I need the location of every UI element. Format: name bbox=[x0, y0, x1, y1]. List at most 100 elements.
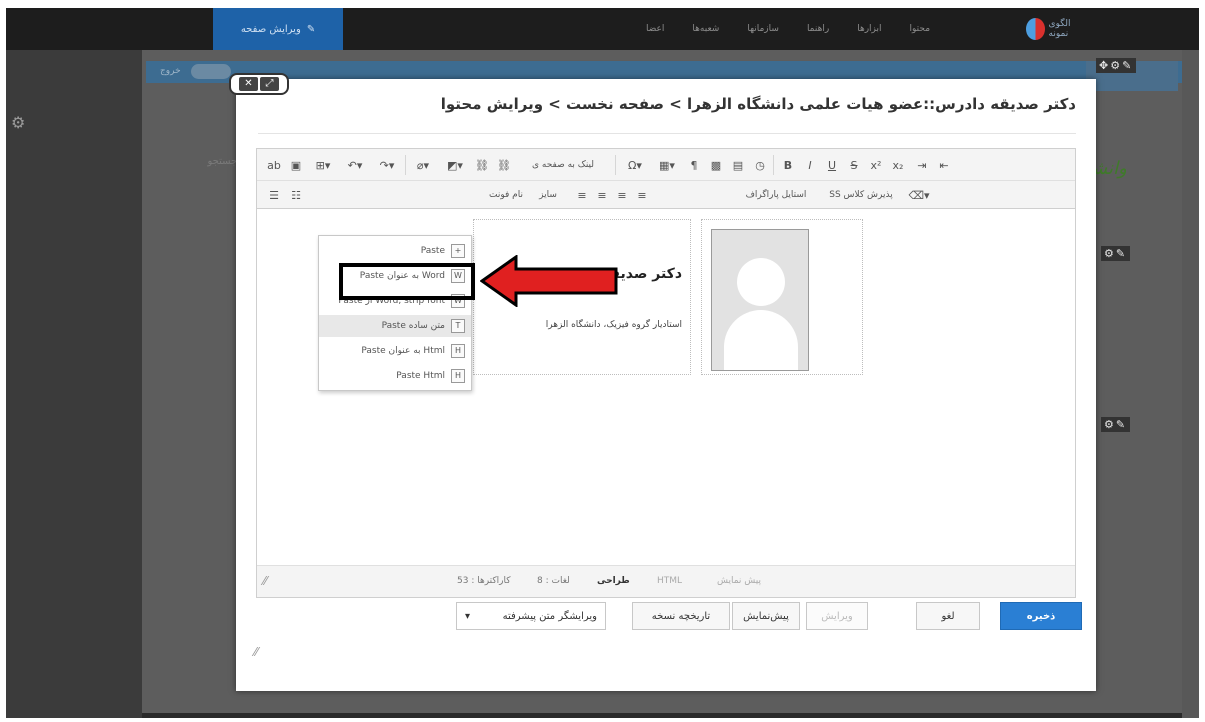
logout-link[interactable]: خروج bbox=[160, 66, 181, 76]
editor-statusbar: ⁄⁄ کاراکترها : 53 لغات : 8 طراحی HTML پی… bbox=[257, 565, 1075, 597]
brand-text: الگوی نمونه bbox=[1048, 19, 1071, 39]
nav-item[interactable]: راهنما bbox=[807, 24, 829, 34]
avatar-body bbox=[724, 310, 798, 370]
char-count: کاراکترها : 53 bbox=[457, 576, 511, 586]
chevron-down-icon: ▾ bbox=[465, 610, 471, 622]
edit-button[interactable]: ویرایش bbox=[806, 602, 868, 630]
media-icon[interactable]: ▩ bbox=[707, 156, 725, 174]
align-right-icon[interactable]: ≡ bbox=[573, 186, 591, 204]
font-size-select[interactable]: سایز bbox=[533, 186, 563, 204]
nav-item[interactable]: شعبه‌ها bbox=[692, 24, 719, 34]
nav-item[interactable]: سازمانها bbox=[747, 24, 779, 34]
italic-icon[interactable]: I bbox=[801, 156, 819, 174]
preview-button[interactable]: پیش‌نمایش bbox=[732, 602, 800, 630]
outdent-icon[interactable]: ⇤ bbox=[935, 156, 953, 174]
site-logo-peek: ﻭﺍﻧﺸ bbox=[1092, 158, 1127, 179]
align-left-icon[interactable]: ≡ bbox=[613, 186, 631, 204]
paste-icon: + bbox=[451, 244, 465, 258]
paste-menu-item-label: Paste به عنوان Html bbox=[361, 346, 445, 356]
font-name-select[interactable]: نام فونت bbox=[481, 186, 531, 204]
link-icon[interactable]: ⛓ bbox=[473, 156, 491, 174]
title-divider bbox=[258, 133, 1076, 134]
top-nav-bar: ✎ ویرایش صفحه محتوا ابزارها راهنما سازما… bbox=[6, 8, 1199, 50]
css-class-select[interactable]: پذیرش کلاس SS bbox=[823, 186, 899, 204]
search-label: جستجو bbox=[207, 156, 238, 167]
bulleted-list-icon[interactable]: ☷ bbox=[287, 186, 305, 204]
undo-icon[interactable]: ↶▾ bbox=[341, 156, 369, 174]
paragraph-style-select[interactable]: استایل پاراگراف bbox=[731, 186, 821, 204]
spellcheck-icon[interactable]: ab bbox=[265, 156, 283, 174]
version-history-button[interactable]: تاریخچه نسخه bbox=[632, 602, 730, 630]
modal-resize-grip-icon[interactable]: ⁄⁄ bbox=[254, 645, 258, 659]
bold-icon[interactable]: B bbox=[779, 156, 797, 174]
image-card[interactable] bbox=[701, 219, 863, 375]
align-justify-icon[interactable]: ≡ bbox=[633, 186, 651, 204]
page-link-button[interactable]: لینک به صفحه ی bbox=[515, 156, 611, 174]
design-mode-tab[interactable]: طراحی bbox=[597, 576, 630, 586]
toolbar-separator bbox=[773, 155, 774, 175]
resize-grip-icon[interactable]: ⁄⁄ bbox=[263, 574, 267, 588]
paste-menu-item[interactable]: Paste + bbox=[319, 240, 471, 262]
rich-text-editor: ab ▣ ⊞▾ ↶▾ ↷▾ ⌀▾ ◩▾ ⛓ ⛓ لینک به صفحه ی Ω… bbox=[256, 148, 1076, 598]
editor-type-value: ویرایشگر متن پیشرفته bbox=[502, 610, 597, 622]
paragraph-icon[interactable]: ¶ bbox=[685, 156, 703, 174]
edit-page-label: ویرایش صفحه bbox=[240, 23, 301, 35]
maximize-icon[interactable]: ⤢ bbox=[260, 77, 279, 91]
gear-icon[interactable]: ⚙ bbox=[11, 113, 25, 132]
close-icon[interactable]: ✕ bbox=[239, 77, 258, 91]
paste-menu-item[interactable]: Paste به عنوان Html H bbox=[319, 340, 471, 362]
indent-icon[interactable]: ⇥ bbox=[913, 156, 931, 174]
top-nav-items: محتوا ابزارها راهنما سازمانها شعبه‌ها اع… bbox=[646, 8, 930, 50]
modal-title: دکتر صدیقه دادرس::عضو هیات علمی دانشگاه … bbox=[440, 95, 1076, 113]
numbered-list-icon[interactable]: ☰ bbox=[265, 186, 283, 204]
preview-mode-tab[interactable]: پیش نمایش bbox=[717, 576, 761, 586]
brand-mark-icon bbox=[1026, 18, 1045, 40]
paste-html-as-icon: H bbox=[451, 344, 465, 358]
modal-controls: ✕ ⤢ bbox=[229, 73, 289, 95]
eraser-icon[interactable]: ⌫▾ bbox=[905, 186, 933, 204]
clock-icon[interactable]: ◷ bbox=[751, 156, 769, 174]
page-footer-strip bbox=[142, 713, 1182, 718]
save-button[interactable]: ذخیره bbox=[1000, 602, 1082, 630]
profile-role: استادیار گروه فیزیک، دانشگاه الزهرا bbox=[545, 320, 682, 330]
toolbar-separator bbox=[615, 155, 616, 175]
subscript-icon[interactable]: x₂ bbox=[889, 156, 907, 174]
widget-tools-icon[interactable]: ⚙✎ bbox=[1101, 246, 1131, 261]
widget-tools-icon[interactable]: ✥⚙✎ bbox=[1096, 58, 1137, 73]
strikethrough-icon[interactable]: S bbox=[845, 156, 863, 174]
calendar-icon[interactable]: ▤ bbox=[729, 156, 747, 174]
attach-icon[interactable]: ⌀▾ bbox=[409, 156, 437, 174]
table-icon[interactable]: ▦▾ bbox=[653, 156, 681, 174]
highlight-box bbox=[339, 263, 475, 300]
edit-page-tab[interactable]: ✎ ویرایش صفحه bbox=[213, 8, 343, 50]
left-sidebar: ⚙ bbox=[6, 50, 142, 718]
paste-dropdown-menu: Paste + Paste به عنوان Word W Paste از W… bbox=[318, 235, 472, 391]
paste-menu-button[interactable]: ⊞▾ bbox=[309, 156, 337, 174]
paste-html-icon: H bbox=[451, 369, 465, 383]
redo-icon[interactable]: ↷▾ bbox=[373, 156, 401, 174]
image-icon[interactable]: ◩▾ bbox=[441, 156, 469, 174]
widget-tools-icon[interactable]: ⚙✎ bbox=[1101, 417, 1131, 432]
align-center-icon[interactable]: ≡ bbox=[593, 186, 611, 204]
paste-menu-item-plain[interactable]: Paste متن ساده T bbox=[319, 315, 471, 337]
cancel-button[interactable]: لغو bbox=[916, 602, 980, 630]
editor-toolbar-top: ab ▣ ⊞▾ ↶▾ ↷▾ ⌀▾ ◩▾ ⛓ ⛓ لینک به صفحه ی Ω… bbox=[257, 149, 1075, 181]
red-arrow-icon bbox=[480, 255, 618, 307]
nav-item[interactable]: ابزارها bbox=[857, 24, 881, 34]
underline-icon[interactable]: U bbox=[823, 156, 841, 174]
edit-content-modal: دکتر صدیقه دادرس::عضو هیات علمی دانشگاه … bbox=[236, 79, 1096, 691]
special-char-icon[interactable]: Ω▾ bbox=[621, 156, 649, 174]
find-icon[interactable]: ▣ bbox=[287, 156, 305, 174]
toolbar-separator bbox=[405, 155, 406, 175]
editor-type-select[interactable]: ▾ ویرایشگر متن پیشرفته bbox=[456, 602, 606, 630]
profile-photo-placeholder bbox=[711, 229, 809, 371]
nav-item[interactable]: اعضا bbox=[646, 24, 664, 34]
unlink-icon[interactable]: ⛓ bbox=[495, 156, 513, 174]
paste-menu-item[interactable]: Paste Html H bbox=[319, 365, 471, 387]
pencil-icon: ✎ bbox=[306, 23, 316, 35]
brand-logo[interactable]: الگوی نمونه bbox=[1026, 17, 1086, 41]
html-mode-tab[interactable]: HTML bbox=[657, 576, 682, 586]
editor-toolbar-bottom: ☰ ☷ نام فونت سایز ≡ ≡ ≡ ≡ استایل پاراگرا… bbox=[257, 181, 1075, 209]
nav-item[interactable]: محتوا bbox=[910, 24, 931, 34]
superscript-icon[interactable]: x² bbox=[867, 156, 885, 174]
